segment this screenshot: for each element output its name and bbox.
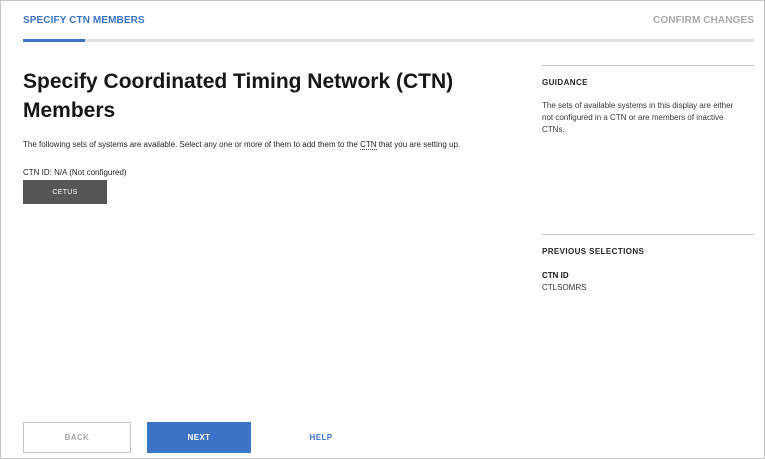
progress-fill bbox=[23, 39, 86, 42]
step-confirm-changes[interactable]: CONFIRM CHANGES bbox=[653, 15, 754, 26]
previous-ctn-id-value: CTLSOMRS bbox=[542, 283, 587, 292]
previous-selections-divider bbox=[542, 234, 754, 235]
description-text-start: The following sets of systems are availa… bbox=[23, 140, 361, 149]
main-content: Specify Coordinated Timing Network (CTN)… bbox=[23, 67, 513, 204]
previous-selections-heading: PREVIOUS SELECTIONS bbox=[542, 247, 645, 256]
ctn-id-status: CTN ID: N/A (Not configured) bbox=[23, 168, 127, 177]
wizard-steps: SPECIFY CTN MEMBERS CONFIRM CHANGES bbox=[23, 11, 754, 43]
step-specify-ctn-members[interactable]: SPECIFY CTN MEMBERS bbox=[23, 15, 145, 26]
guidance-text: The sets of available systems in this di… bbox=[542, 101, 734, 134]
system-tile-cetus[interactable]: CETUS bbox=[23, 180, 107, 204]
wizard-window: SPECIFY CTN MEMBERS CONFIRM CHANGES Spec… bbox=[0, 0, 765, 459]
previous-ctn-id-label: CTN ID bbox=[542, 271, 569, 280]
back-button[interactable]: BACK bbox=[23, 422, 131, 453]
page-title: Specify Coordinated Timing Network (CTN)… bbox=[23, 70, 454, 122]
guidance-divider bbox=[542, 65, 754, 66]
next-button[interactable]: NEXT bbox=[147, 422, 251, 453]
page-description: The following sets of systems are availa… bbox=[23, 138, 483, 151]
previous-selections-panel: PREVIOUS SELECTIONS CTN ID CTLSOMRS bbox=[542, 234, 754, 292]
guidance-panel: GUIDANCE The sets of available systems i… bbox=[542, 65, 754, 136]
guidance-heading: GUIDANCE bbox=[542, 78, 588, 87]
help-button[interactable]: HELP bbox=[291, 422, 351, 453]
progress-track bbox=[23, 39, 754, 42]
description-text-end: that you are setting up. bbox=[376, 140, 461, 149]
ctn-abbreviation[interactable]: CTN bbox=[360, 140, 377, 150]
